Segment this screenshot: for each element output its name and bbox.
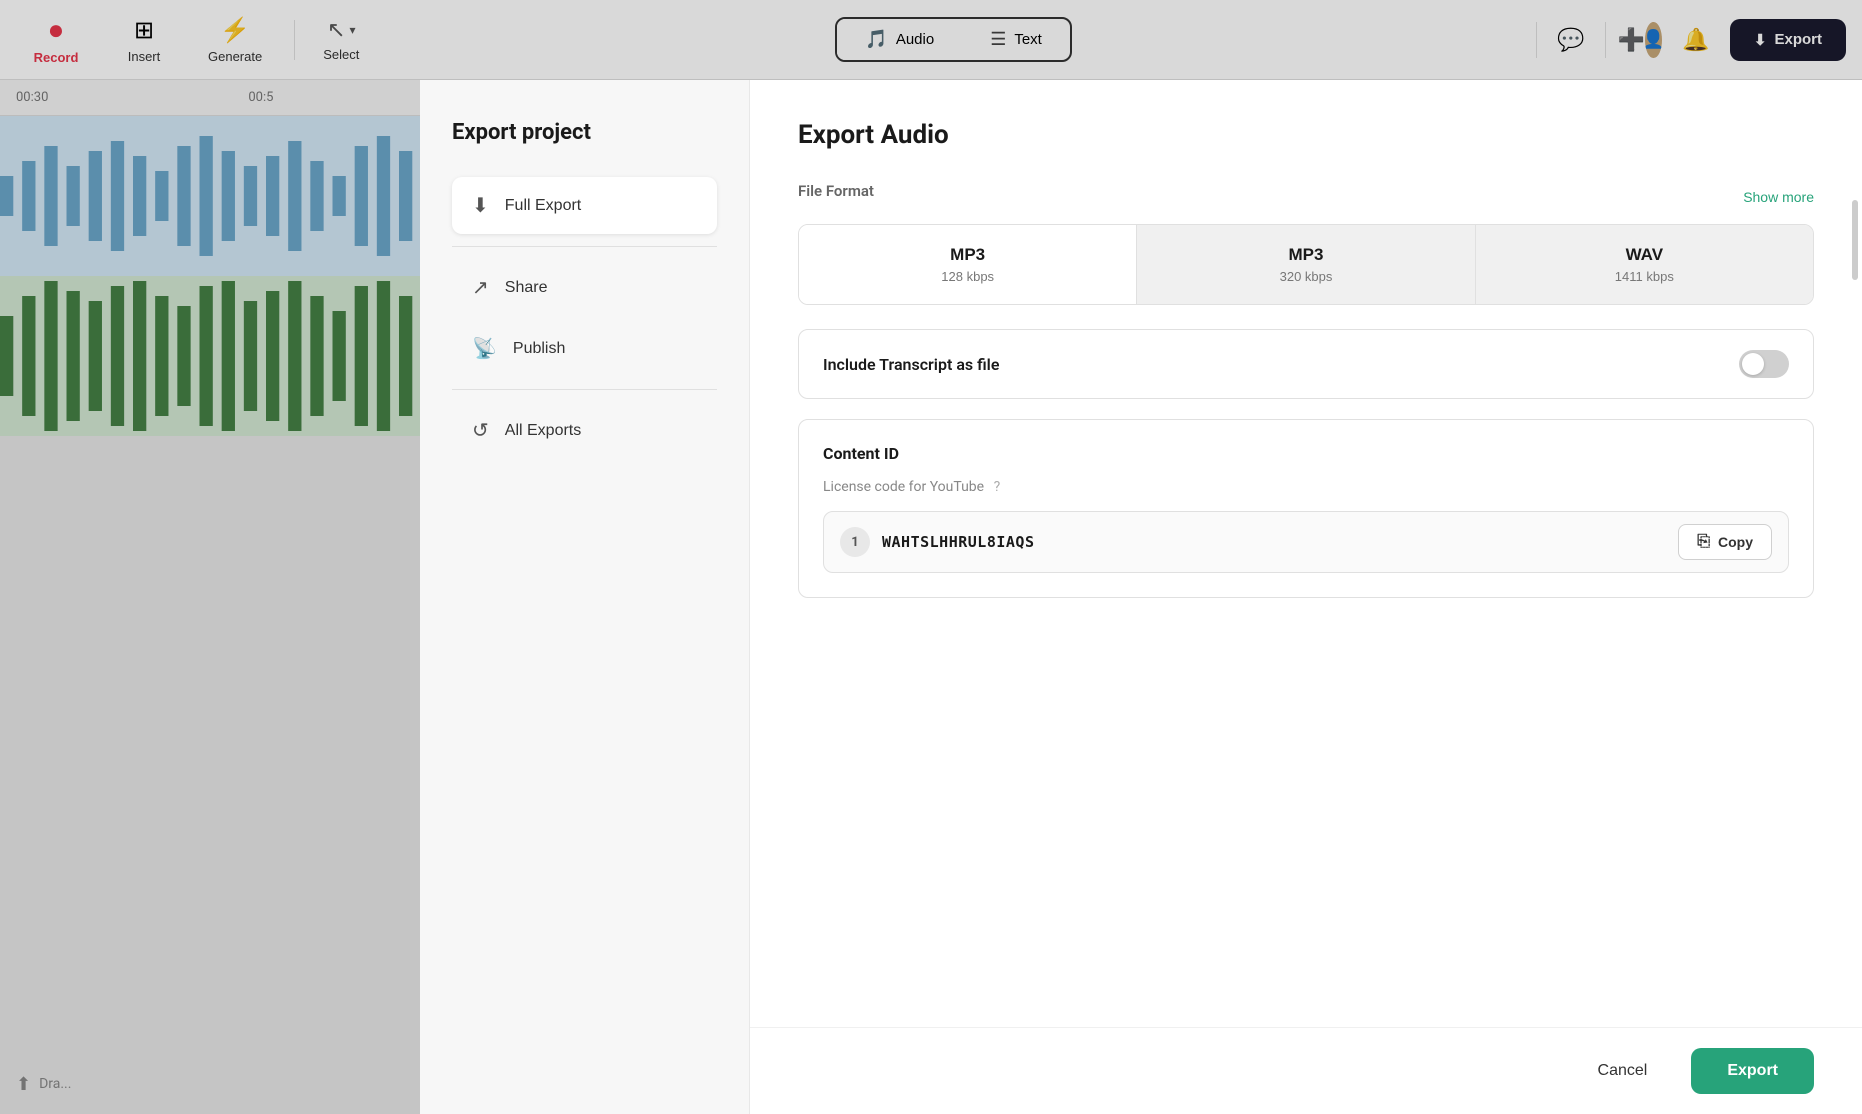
format-mp3-128[interactable]: MP3 128 kbps bbox=[799, 225, 1137, 304]
export-project-title: Export project bbox=[452, 120, 717, 145]
format-wav-rate: 1411 kbps bbox=[1615, 269, 1674, 284]
scroll-indicator bbox=[1852, 200, 1858, 280]
format-mp3-128-rate: 128 kbps bbox=[941, 269, 994, 284]
file-format-row: File Format Show more bbox=[798, 182, 1814, 212]
menu-item-full-export[interactable]: ⬇ Full Export bbox=[452, 177, 717, 234]
copy-label: Copy bbox=[1718, 534, 1753, 550]
footer-spacer bbox=[798, 622, 1814, 702]
download-menu-icon: ⬇ bbox=[472, 193, 489, 218]
export-left-panel: Export project ⬇ Full Export ↗ Share 📡 P… bbox=[420, 80, 750, 1114]
license-row: 1 WAHTSLHHRUL8IAQS ⎘ Copy bbox=[823, 511, 1789, 573]
format-mp3-320-name: MP3 bbox=[1289, 245, 1324, 265]
include-transcript-toggle[interactable] bbox=[1739, 350, 1789, 378]
format-wav-name: WAV bbox=[1626, 245, 1663, 265]
share-menu-icon: ↗ bbox=[472, 275, 489, 300]
file-format-label: File Format bbox=[798, 182, 874, 200]
include-transcript-label: Include Transcript as file bbox=[823, 355, 999, 374]
export-dialog: Export project ⬇ Full Export ↗ Share 📡 P… bbox=[420, 80, 1862, 1114]
publish-menu-icon: 📡 bbox=[472, 336, 497, 361]
menu-divider-1 bbox=[452, 246, 717, 247]
format-wav[interactable]: WAV 1411 kbps bbox=[1476, 225, 1813, 304]
format-mp3-128-name: MP3 bbox=[950, 245, 985, 265]
menu-item-share[interactable]: ↗ Share bbox=[452, 259, 717, 316]
license-code: WAHTSLHHRUL8IAQS bbox=[882, 533, 1666, 551]
help-icon: ? bbox=[994, 479, 1001, 495]
content-id-card: Content ID License code for YouTube ? 1 … bbox=[798, 419, 1814, 598]
copy-icon: ⎘ bbox=[1697, 533, 1710, 551]
export-audio-title: Export Audio bbox=[798, 120, 1814, 150]
show-more-button[interactable]: Show more bbox=[1743, 189, 1814, 205]
format-mp3-320[interactable]: MP3 320 kbps bbox=[1137, 225, 1475, 304]
share-label: Share bbox=[505, 279, 548, 297]
include-transcript-section: Include Transcript as file bbox=[798, 329, 1814, 399]
format-group: MP3 128 kbps MP3 320 kbps WAV 1411 kbps bbox=[798, 224, 1814, 305]
export-right-panel: Export Audio File Format Show more MP3 1… bbox=[750, 80, 1862, 1114]
full-export-label: Full Export bbox=[505, 197, 581, 215]
menu-item-all-exports[interactable]: ↺ All Exports bbox=[452, 402, 717, 459]
all-exports-icon: ↺ bbox=[472, 418, 489, 443]
menu-divider-2 bbox=[452, 389, 717, 390]
menu-item-publish[interactable]: 📡 Publish bbox=[452, 320, 717, 377]
copy-button[interactable]: ⎘ Copy bbox=[1678, 524, 1772, 560]
license-label: License code for YouTube ? bbox=[823, 479, 1789, 495]
dialog-footer: Cancel Export bbox=[750, 1027, 1862, 1114]
license-num: 1 bbox=[840, 527, 870, 557]
format-mp3-320-rate: 320 kbps bbox=[1280, 269, 1333, 284]
all-exports-label: All Exports bbox=[505, 422, 581, 440]
content-id-title: Content ID bbox=[823, 444, 1789, 463]
export-final-button[interactable]: Export bbox=[1691, 1048, 1814, 1094]
cancel-button[interactable]: Cancel bbox=[1570, 1048, 1676, 1094]
publish-label: Publish bbox=[513, 340, 565, 358]
